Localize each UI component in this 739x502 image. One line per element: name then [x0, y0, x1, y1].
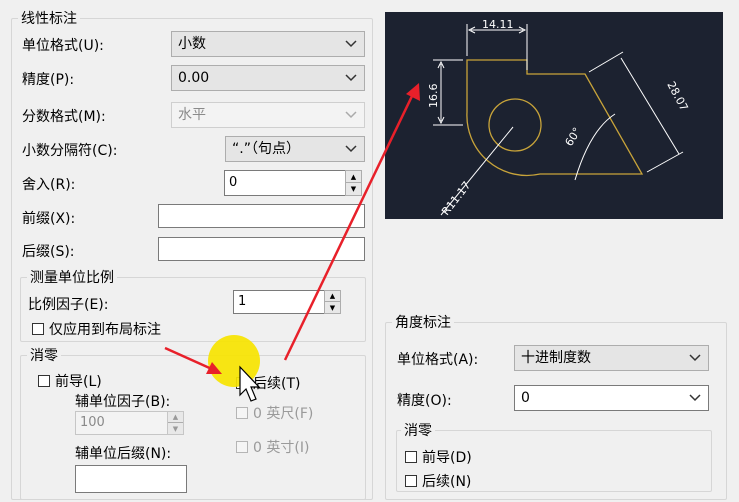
sub-unit-suffix-label: 辅单位后缀(N): [75, 446, 172, 462]
sub-unit-suffix-input[interactable] [75, 465, 187, 493]
suffix-input[interactable] [158, 237, 365, 261]
preview-drawing: 14.11 16.6 28.07 60° R11.17 [427, 18, 691, 218]
scale-factor-input[interactable]: 1 [233, 290, 325, 314]
checkbox-box[interactable] [405, 451, 417, 463]
spin-down-icon[interactable]: ▼ [325, 302, 340, 313]
prefix-input[interactable] [158, 204, 365, 228]
checkbox-box[interactable] [236, 377, 248, 389]
zero-feet-checkbox[interactable]: 0 英尺(F) [236, 403, 313, 423]
fraction-format-label: 分数格式(M): [22, 109, 106, 125]
decimal-separator-value: “.”（句点） [232, 141, 300, 157]
chevron-down-icon [345, 145, 357, 153]
spin-up-icon[interactable]: ▲ [168, 412, 183, 423]
leading-zero-checkbox[interactable]: 前导(L) [38, 371, 102, 391]
zero-inches-checkbox[interactable]: 0 英寸(I) [236, 437, 309, 457]
sub-unit-factor-label: 辅单位因子(B): [75, 394, 171, 410]
checkbox-box[interactable] [32, 323, 44, 335]
precision-select[interactable]: 0.00 [171, 65, 365, 91]
round-spinner[interactable]: ▲ ▼ [345, 170, 362, 196]
angular-unit-format-select[interactable]: 十进制度数 [514, 345, 709, 371]
angular-precision-label: 精度(O): [397, 393, 452, 409]
preview-dim-top: 14.11 [482, 18, 514, 31]
trailing-zero-checkbox[interactable]: 后续(T) [236, 373, 300, 393]
scale-factor-spinner[interactable]: ▲ ▼ [324, 290, 341, 314]
zero-feet-label: 0 英尺(F) [253, 406, 314, 422]
geometry-outline [466, 59, 644, 177]
leading-zero-label: 前导(L) [55, 374, 102, 390]
unit-format-value: 小数 [178, 36, 206, 52]
prefix-label: 前缀(X): [22, 211, 76, 227]
spin-down-icon[interactable]: ▼ [346, 183, 361, 195]
unit-format-label: 单位格式(U): [22, 38, 104, 54]
preview-dim-left: 16.6 [427, 84, 440, 109]
angular-trailing-zero-checkbox[interactable]: 后续(N) [405, 471, 471, 491]
layout-only-label: 仅应用到布局标注 [49, 322, 161, 338]
angular-trailing-zero-label: 后续(N) [422, 474, 472, 490]
zero-inches-label: 0 英寸(I) [253, 440, 310, 456]
sub-unit-factor-input[interactable]: 100 [75, 411, 171, 435]
precision-label: 精度(P): [22, 72, 75, 88]
unit-format-select[interactable]: 小数 [171, 31, 365, 57]
preview-dim-radius: R11.17 [439, 179, 473, 218]
sub-unit-factor-spinner[interactable]: ▲ ▼ [167, 411, 184, 435]
angular-precision-select[interactable]: 0 [514, 385, 709, 411]
spin-down-icon[interactable]: ▼ [168, 423, 183, 434]
checkbox-box[interactable] [405, 475, 417, 487]
checkbox-box[interactable] [236, 407, 248, 419]
chevron-down-icon [345, 74, 357, 82]
measurement-scale-title: 测量单位比例 [27, 267, 117, 287]
zero-suppression-title: 消零 [27, 345, 61, 365]
chevron-down-icon [345, 40, 357, 48]
layout-only-checkbox[interactable]: 仅应用到布局标注 [32, 319, 161, 339]
trailing-zero-label: 后续(T) [253, 376, 301, 392]
angular-unit-format-label: 单位格式(A): [397, 352, 479, 368]
angular-unit-format-value: 十进制度数 [521, 350, 591, 366]
decimal-separator-label: 小数分隔符(C): [22, 143, 118, 159]
chevron-down-icon [689, 394, 701, 402]
angular-leading-zero-label: 前导(D) [422, 450, 472, 466]
linear-dimension-title: 线性标注 [18, 8, 80, 28]
preview-dim-angle: 60° [563, 125, 584, 148]
scale-factor-label: 比例因子(E): [28, 297, 109, 313]
angular-precision-value: 0 [521, 390, 530, 406]
chevron-down-icon [345, 111, 357, 119]
fraction-format-select[interactable]: 水平 [171, 102, 365, 128]
angular-zero-suppression-title: 消零 [401, 420, 435, 440]
angular-leading-zero-checkbox[interactable]: 前导(D) [405, 447, 472, 467]
round-input[interactable]: 0 [224, 170, 346, 196]
round-label: 舍入(R): [22, 177, 76, 193]
chevron-down-icon [689, 354, 701, 362]
checkbox-box[interactable] [236, 441, 248, 453]
decimal-separator-select[interactable]: “.”（句点） [225, 136, 365, 162]
angular-dimension-title: 角度标注 [392, 312, 454, 332]
spin-up-icon[interactable]: ▲ [346, 171, 361, 183]
checkbox-box[interactable] [38, 375, 50, 387]
dimension-preview: 14.11 16.6 28.07 60° R11.17 [385, 12, 723, 219]
precision-value: 0.00 [178, 70, 210, 86]
preview-dim-right: 28.07 [664, 79, 690, 113]
suffix-label: 后缀(S): [22, 244, 75, 260]
spin-up-icon[interactable]: ▲ [325, 291, 340, 302]
fraction-format-value: 水平 [178, 107, 206, 123]
